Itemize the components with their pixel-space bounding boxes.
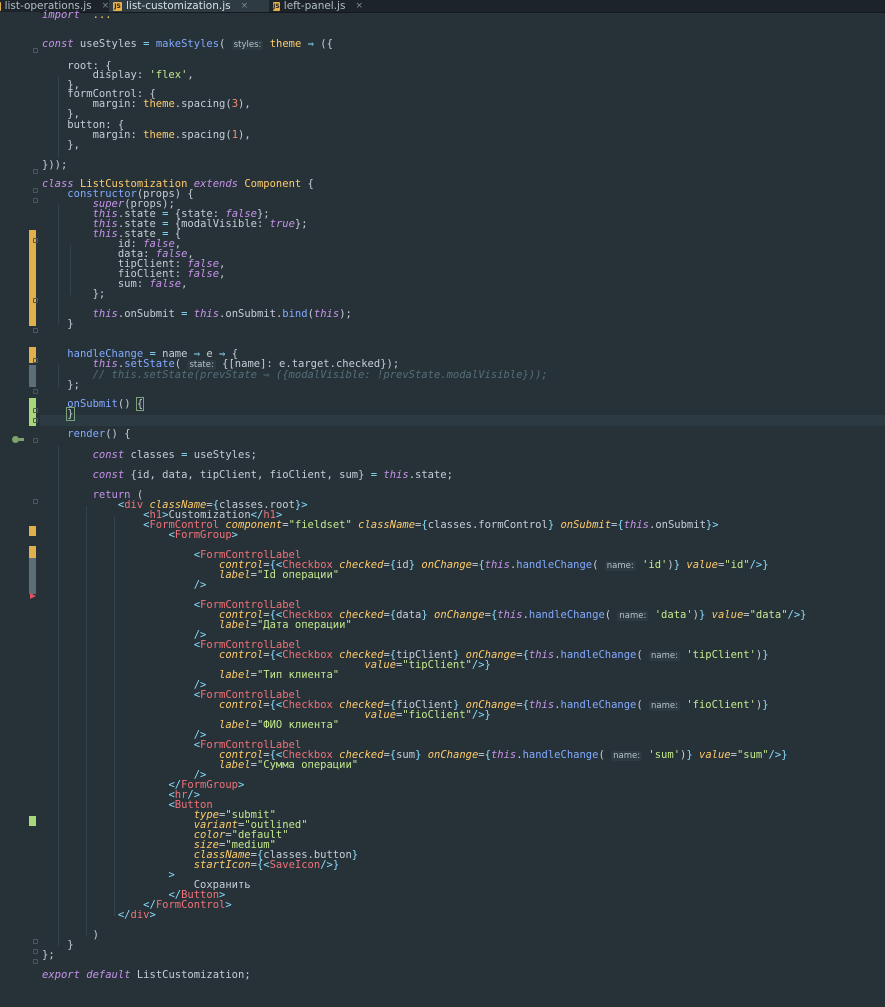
fold-toggle-icon[interactable] [33,48,38,53]
js-file-icon: JS [273,1,280,11]
code-line[interactable]: // this.setState(prevState ⇒ ({modalVisi… [42,370,548,381]
fold-toggle-icon[interactable] [33,959,38,964]
error-marker-icon[interactable] [30,593,36,599]
tab-left-panel[interactable]: JS left-panel.js × [269,0,373,12]
fold-toggle-icon[interactable] [33,328,38,333]
code-line[interactable]: } [42,319,73,330]
fold-toggle-icon[interactable] [33,418,38,423]
current-line-highlight [40,415,885,426]
change-marker-modified[interactable] [29,558,36,594]
fold-toggle-icon[interactable] [33,358,38,363]
fold-toggle-icon[interactable] [33,499,38,504]
change-marker-modified[interactable] [29,230,36,326]
code-line[interactable]: }; [42,380,80,391]
change-marker-added[interactable] [29,816,36,826]
fold-toggle-icon[interactable] [33,298,38,303]
change-marker-modified[interactable] [29,546,36,558]
js-file-icon: JS [0,1,1,11]
js-file-icon: JS [113,1,122,11]
code-line[interactable]: render() { [42,429,130,440]
fold-toggle-icon[interactable] [33,438,38,443]
code-line[interactable]: </div> [42,910,156,921]
code-line[interactable]: import ... [42,10,112,21]
code-line[interactable]: const classes = useStyles; [42,450,257,461]
close-icon[interactable]: × [241,0,249,12]
code-line[interactable]: }; [42,289,106,300]
code-line[interactable]: }, [42,140,80,151]
tab-label: list-customization.js [126,0,231,12]
fold-toggle-icon[interactable] [33,408,38,413]
close-icon[interactable]: × [355,0,363,12]
fold-toggle-icon[interactable] [33,198,38,203]
fold-toggle-icon[interactable] [33,238,38,243]
editor-tab-bar: JS list-operations.js × JS list-customiz… [0,0,885,13]
code-line[interactable]: })); [42,160,67,171]
code-line[interactable]: const useStyles = makeStyles( styles: th… [42,39,333,50]
code-line[interactable]: const {id, data, tipClient, fioClient, s… [42,470,453,481]
code-line[interactable]: export default ListCustomization; [42,970,251,981]
code-line[interactable]: <FormGroup> [42,530,238,541]
fold-toggle-icon[interactable] [33,188,38,193]
fold-toggle-icon[interactable] [33,949,38,954]
code-line[interactable]: /> [42,580,207,591]
override-method-icon[interactable] [12,436,19,443]
code-line[interactable]: this.onSubmit = this.onSubmit.bind(this)… [42,309,352,320]
fold-toggle-icon[interactable] [33,169,38,174]
fold-toggle-icon[interactable] [33,939,38,944]
change-marker-modified[interactable] [29,526,36,536]
code-line[interactable]: }; [42,950,55,961]
tab-list-customization[interactable]: JS list-customization.js × [109,0,269,12]
fold-toggle-icon[interactable] [33,389,38,394]
code-line[interactable]: } [42,407,75,421]
editor-gutter[interactable] [0,12,40,1007]
override-arrow-icon [19,438,24,441]
change-marker-modified[interactable] [29,365,36,387]
tab-label: left-panel.js [283,0,346,12]
